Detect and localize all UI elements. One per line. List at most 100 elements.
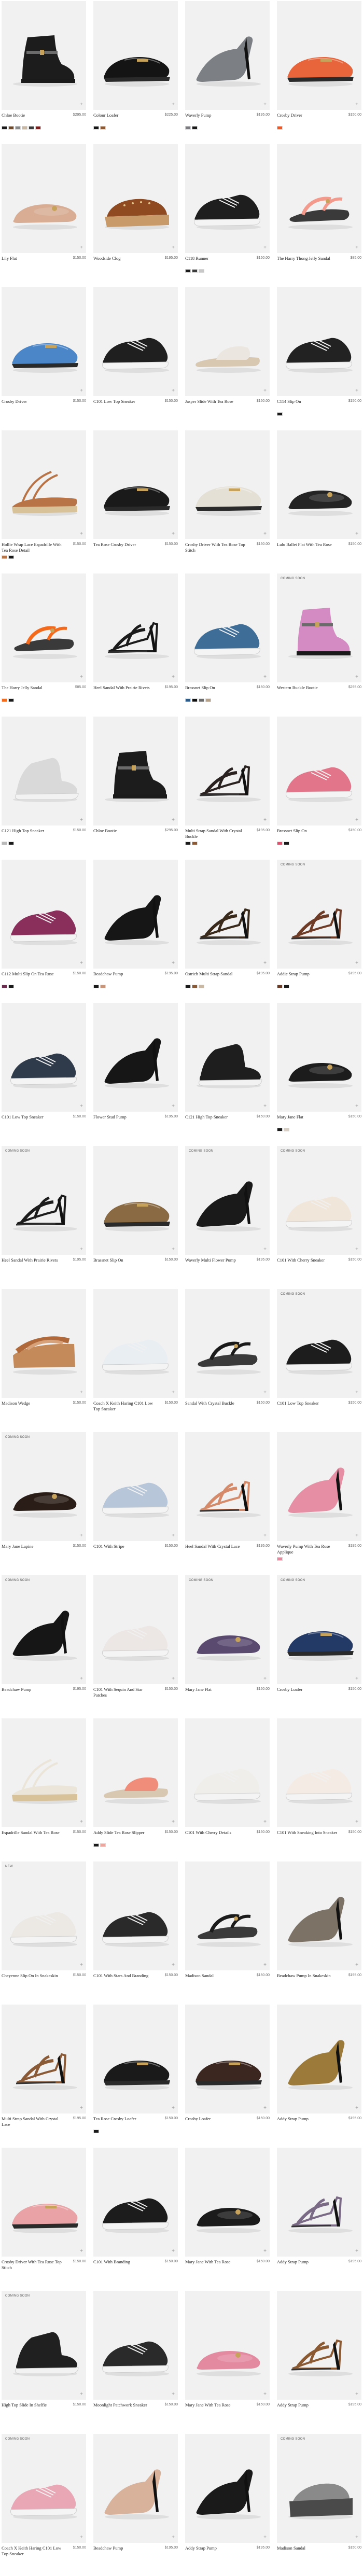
- product-name[interactable]: The Harry Jelly Sandal: [2, 685, 63, 691]
- color-swatch[interactable]: [205, 698, 211, 702]
- product-image[interactable]: +: [93, 1003, 178, 1112]
- product-name[interactable]: C101 Low Top Sneaker: [93, 399, 155, 404]
- color-swatch[interactable]: [2, 126, 7, 130]
- product-name[interactable]: Hollie Wrap Lace Espadrille With Tea Ros…: [2, 542, 63, 553]
- product-card[interactable]: + Flower Stud Pump $195.00: [93, 1003, 178, 1145]
- quick-view-plus-icon[interactable]: +: [172, 2249, 175, 2254]
- product-name[interactable]: Espadrille Sandal With Tea Rose: [2, 1830, 63, 1836]
- product-name[interactable]: Cheyenne Slip On In Snakeskin: [2, 1973, 63, 1979]
- product-image[interactable]: +: [185, 2434, 270, 2543]
- product-name[interactable]: Addy Strap Pump: [185, 2545, 246, 2551]
- product-card[interactable]: + Brassnet Slip On $150.00: [185, 573, 270, 716]
- product-image[interactable]: +: [277, 1861, 361, 1970]
- color-swatch[interactable]: [8, 842, 14, 845]
- product-card[interactable]: COMING SOON + Coach X Keith Haring C101 …: [2, 2434, 86, 2576]
- quick-view-plus-icon[interactable]: +: [80, 1963, 83, 1968]
- product-name[interactable]: C112 Multi Slip On Tea Rose: [2, 971, 63, 977]
- color-swatch[interactable]: [93, 2130, 99, 2133]
- product-image[interactable]: +: [185, 717, 270, 825]
- quick-view-plus-icon[interactable]: +: [172, 675, 175, 680]
- product-card[interactable]: + C121 High Top Sneaker $150.00: [185, 1003, 270, 1145]
- product-card[interactable]: + Chloe Bootie $295.00: [93, 717, 178, 859]
- quick-view-plus-icon[interactable]: +: [172, 1104, 175, 1109]
- quick-view-plus-icon[interactable]: +: [172, 245, 175, 250]
- product-image[interactable]: +: [185, 1, 270, 110]
- product-card[interactable]: + C101 With Stars And Branding $150.00: [93, 1861, 178, 2004]
- product-card[interactable]: + Multi Strap Sandal With Crystal Lace $…: [2, 2005, 86, 2147]
- quick-view-plus-icon[interactable]: +: [172, 1676, 175, 1682]
- product-card[interactable]: COMING SOON + C101 Low Top Sneaker $150.…: [277, 1289, 361, 1431]
- product-name[interactable]: C118 Runner: [185, 256, 246, 261]
- quick-view-plus-icon[interactable]: +: [80, 1104, 83, 1109]
- quick-view-plus-icon[interactable]: +: [172, 818, 175, 823]
- product-image[interactable]: +: [185, 287, 270, 396]
- product-image[interactable]: +: [277, 1003, 361, 1112]
- product-card[interactable]: + Addy Slide Tea Rose Slipper $150.00: [93, 1718, 178, 1860]
- product-name[interactable]: Coach X Keith Haring C101 Low Top Sneake…: [93, 1401, 155, 1411]
- quick-view-plus-icon[interactable]: +: [172, 1533, 175, 1538]
- product-card[interactable]: + C121 High Top Sneaker $150.00: [2, 717, 86, 859]
- product-card[interactable]: + C101 With Sequin And Star Patches $150…: [93, 1575, 178, 1717]
- quick-view-plus-icon[interactable]: +: [355, 2392, 358, 2397]
- product-card[interactable]: + Crosby Driver $150.00: [277, 1, 361, 143]
- product-image[interactable]: +: [185, 430, 270, 539]
- product-card[interactable]: + Heel Sandal With Crystal Lace $195.00: [185, 1432, 270, 1574]
- color-swatch[interactable]: [8, 555, 14, 559]
- color-swatch[interactable]: [192, 842, 198, 845]
- color-swatch[interactable]: [93, 1843, 99, 1847]
- product-image[interactable]: +: [185, 144, 270, 253]
- product-card[interactable]: + Espadrille Sandal With Tea Rose $150.0…: [2, 1718, 86, 1860]
- product-image[interactable]: +: [185, 1432, 270, 1541]
- product-image[interactable]: +: [93, 2291, 178, 2400]
- product-name[interactable]: Lily Flat: [2, 256, 63, 261]
- product-card[interactable]: COMING SOON + Beadchaw Pump $195.00: [2, 1575, 86, 1717]
- product-name[interactable]: C101 With Stripe: [93, 1544, 155, 1549]
- product-card[interactable]: + Mary Jane With Tea Rose $150.00: [185, 2148, 270, 2290]
- quick-view-plus-icon[interactable]: +: [172, 961, 175, 966]
- color-swatch[interactable]: [199, 985, 204, 988]
- color-swatch[interactable]: [185, 842, 191, 845]
- product-card[interactable]: + Madison Wedge $150.00: [2, 1289, 86, 1431]
- color-swatch[interactable]: [277, 1128, 283, 1131]
- product-name[interactable]: Beadchaw Pump: [2, 1687, 63, 1692]
- product-card[interactable]: + Beadchaw Pump $195.00: [93, 2434, 178, 2576]
- quick-view-plus-icon[interactable]: +: [355, 961, 358, 966]
- product-card[interactable]: NEW + Cheyenne Slip On In Snakeskin $150…: [2, 1861, 86, 2004]
- product-card[interactable]: + Waverly Pump With Tea Rose Applique $1…: [277, 1432, 361, 1574]
- product-card[interactable]: + Tea Rose Crosby Driver $150.00: [93, 430, 178, 572]
- product-image[interactable]: +: [93, 1289, 178, 1398]
- quick-view-plus-icon[interactable]: +: [172, 1963, 175, 1968]
- quick-view-plus-icon[interactable]: +: [80, 1533, 83, 1538]
- product-card[interactable]: COMING SOON + Addie Strap Pump $195.00: [277, 860, 361, 1002]
- product-name[interactable]: Brassnet Slip On: [93, 1257, 155, 1263]
- product-name[interactable]: Multi Strap Sandal With Crystal Lace: [2, 2116, 63, 2127]
- quick-view-plus-icon[interactable]: +: [80, 2249, 83, 2254]
- quick-view-plus-icon[interactable]: +: [263, 1533, 267, 1538]
- product-name[interactable]: C101 With Branding: [93, 2259, 155, 2265]
- product-image[interactable]: +: [93, 144, 178, 253]
- quick-view-plus-icon[interactable]: +: [263, 1819, 267, 1825]
- product-image[interactable]: +: [2, 1, 86, 110]
- product-image[interactable]: +: [277, 2005, 361, 2113]
- product-image[interactable]: +: [277, 287, 361, 396]
- product-image[interactable]: +: [93, 430, 178, 539]
- product-card[interactable]: + Addy Strap Pump $195.00: [277, 2148, 361, 2290]
- product-image[interactable]: COMING SOON +: [277, 860, 361, 969]
- product-name[interactable]: Chloe Bootie: [2, 113, 63, 118]
- quick-view-plus-icon[interactable]: +: [80, 2392, 83, 2397]
- product-image[interactable]: +: [2, 144, 86, 253]
- product-image[interactable]: +: [277, 717, 361, 825]
- color-swatch[interactable]: [35, 126, 41, 130]
- product-image[interactable]: COMING SOON +: [2, 1575, 86, 1684]
- quick-view-plus-icon[interactable]: +: [263, 1676, 267, 1682]
- product-name[interactable]: C114 Slip On: [277, 399, 338, 404]
- product-name[interactable]: Jasper Slide With Tea Rose: [185, 399, 246, 404]
- product-card[interactable]: COMING SOON + Heel Sandal With Prairie R…: [2, 1146, 86, 1288]
- product-image[interactable]: COMING SOON +: [277, 573, 361, 682]
- quick-view-plus-icon[interactable]: +: [263, 961, 267, 966]
- product-image[interactable]: COMING SOON +: [185, 1146, 270, 1255]
- product-name[interactable]: C101 With Cherry Details: [185, 1830, 246, 1836]
- product-name[interactable]: Addy Strap Pump: [277, 2402, 338, 2408]
- product-image[interactable]: +: [93, 1432, 178, 1541]
- color-swatch[interactable]: [8, 985, 14, 988]
